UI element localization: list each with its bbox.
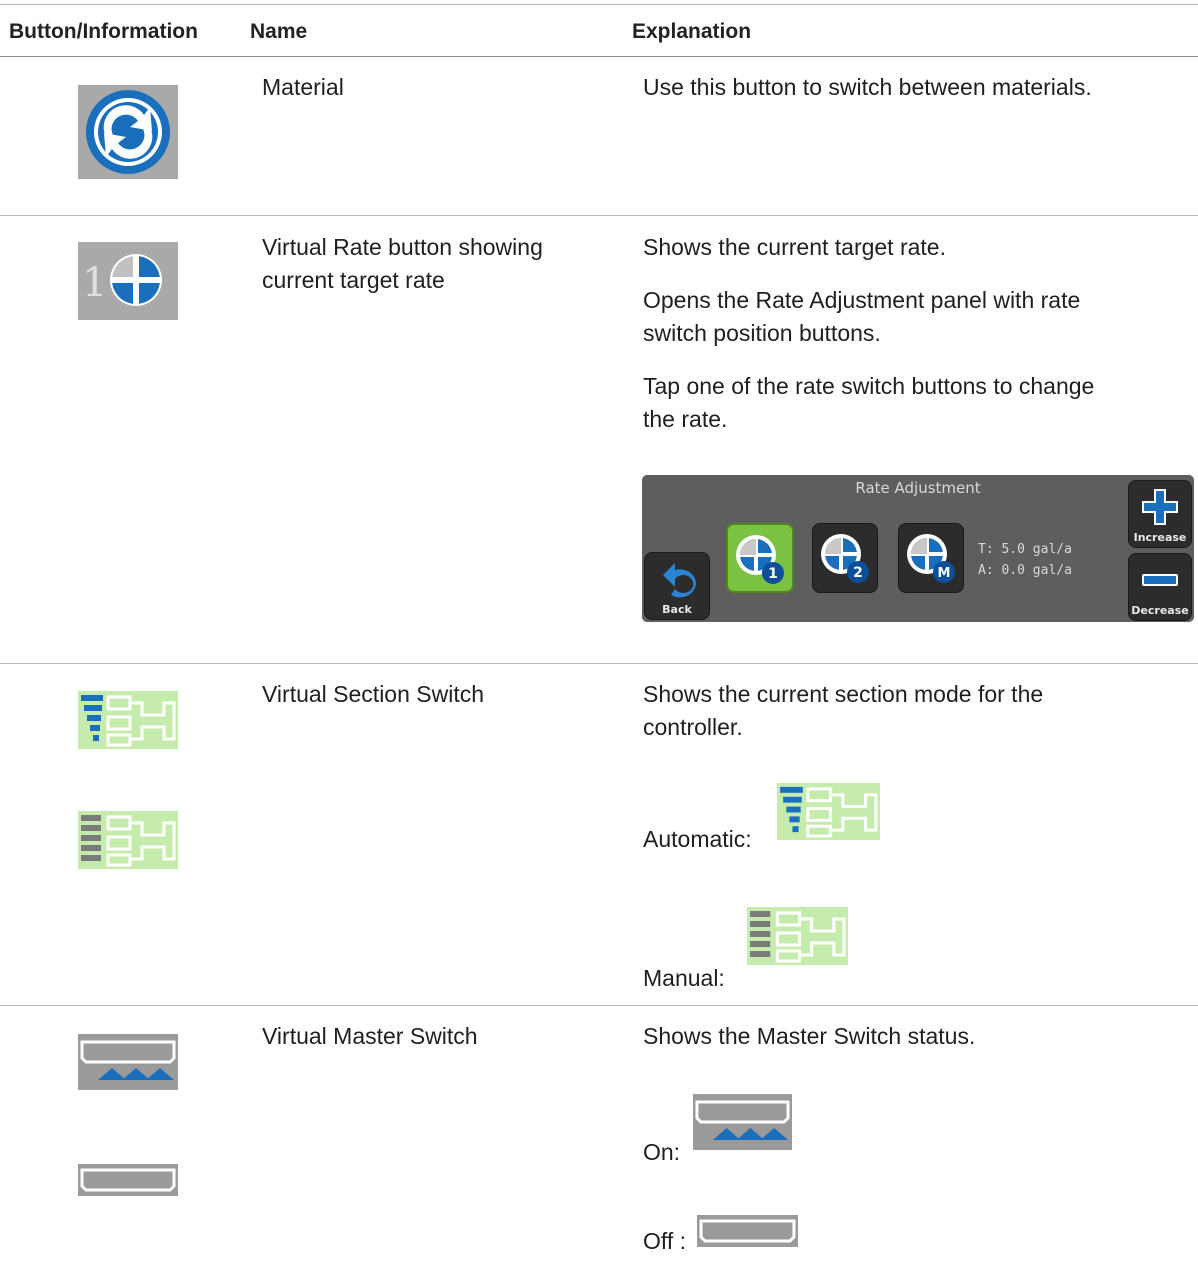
row-divider (0, 663, 1198, 664)
master-on-icon (78, 1034, 178, 1090)
material-switch-icon (78, 85, 178, 179)
increase-button[interactable]: Increase (1128, 480, 1192, 548)
master-off-status-icon (697, 1215, 798, 1247)
decrease-button[interactable]: Decrease (1128, 553, 1192, 621)
master-name: Virtual Master Switch (262, 1023, 478, 1049)
rate-name-line2: current target rate (262, 267, 445, 293)
rate-switch-1-button[interactable]: 1 (726, 523, 794, 593)
master-explanation: Shows the Master Switch status. (643, 1023, 976, 1049)
master-off-icon (78, 1164, 178, 1196)
increase-label: Increase (1133, 531, 1187, 544)
on-label: On: (643, 1139, 681, 1165)
actual-rate-readout: A: 0.0 gal/a (978, 563, 1072, 578)
rate-adjustment-title: Rate Adjustment (855, 479, 981, 497)
back-label: Back (662, 603, 692, 616)
header-name: Name (250, 20, 308, 43)
row-divider (0, 215, 1198, 216)
rate-explanation-2a: Opens the Rate Adjustment panel with rat… (643, 287, 1081, 313)
master-on-status-icon (693, 1094, 792, 1150)
automatic-section-icon (777, 783, 880, 840)
back-arrow-icon (663, 563, 696, 598)
rate-2-badge: 2 (853, 565, 863, 581)
rate-explanation-3b: the rate. (643, 406, 728, 432)
rate-2-icon: 2 (821, 534, 869, 583)
rate-manual-icon: M (907, 534, 955, 583)
target-rate-readout: T: 5.0 gal/a (978, 542, 1072, 557)
manual-label: Manual: (643, 965, 725, 991)
rate-switch-manual-button[interactable]: M (898, 523, 964, 593)
virtual-rate-icon: 1 (78, 242, 178, 320)
rate-digit: 1 (82, 260, 107, 306)
off-label: Off : (643, 1228, 687, 1254)
rate-explanation-3a: Tap one of the rate switch buttons to ch… (643, 373, 1095, 399)
rate-explanation-2b: switch position buttons. (643, 320, 881, 346)
section-explanation-line1: Shows the current section mode for the (643, 681, 1044, 707)
section-auto-icon (78, 691, 178, 749)
rate-explanation-1: Shows the current target rate. (643, 234, 946, 260)
header-rule (0, 56, 1198, 57)
plus-icon (1142, 489, 1178, 525)
rate-name-line1: Virtual Rate button showing (262, 234, 543, 260)
back-button[interactable]: Back (644, 552, 710, 620)
header-button-information: Button/Information (9, 20, 198, 43)
section-explanation-line2: controller. (643, 714, 743, 740)
section-manual-icon (78, 811, 178, 869)
rate-manual-badge: M (938, 566, 951, 581)
material-explanation: Use this button to switch between materi… (643, 74, 1092, 100)
section-name: Virtual Section Switch (262, 681, 485, 707)
rate-adjustment-panel: Rate Adjustment Back 1 2 M T: 5.0 gal/a … (642, 475, 1194, 622)
rate-1-icon: 1 (736, 535, 784, 584)
material-name: Material (262, 74, 344, 100)
table-top-rule (0, 4, 1198, 5)
minus-icon (1142, 574, 1178, 586)
manual-section-icon (747, 907, 848, 965)
rate-1-badge: 1 (768, 566, 778, 582)
row-divider (0, 1005, 1198, 1006)
header-explanation: Explanation (632, 20, 752, 43)
decrease-label: Decrease (1131, 604, 1189, 617)
automatic-label: Automatic: (643, 826, 752, 852)
rate-switch-2-button[interactable]: 2 (812, 523, 878, 593)
